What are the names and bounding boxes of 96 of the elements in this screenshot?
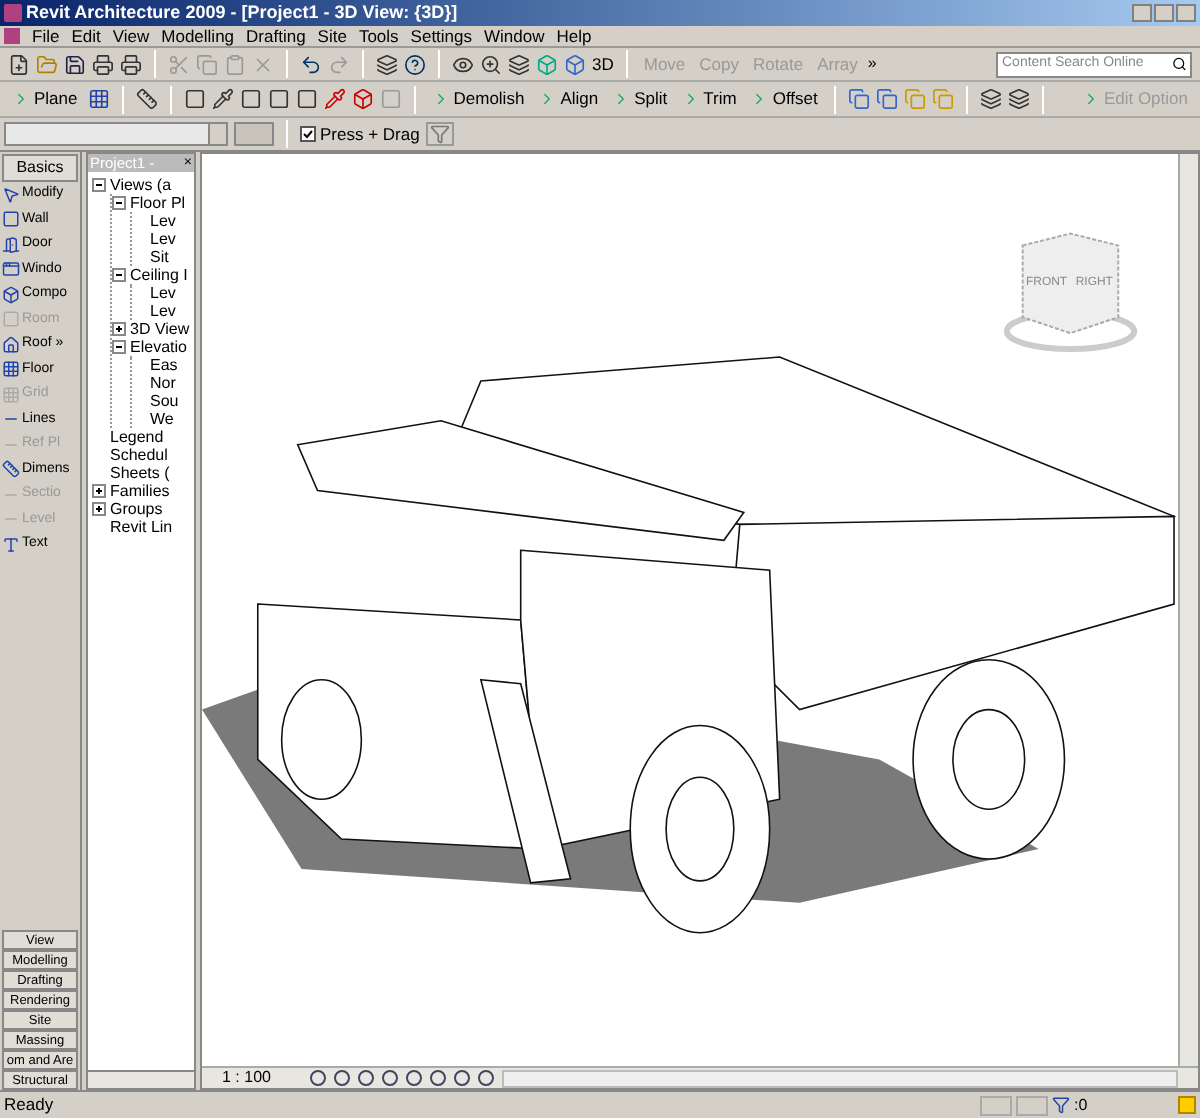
collapse-toggle[interactable] [112, 340, 126, 354]
menu-item[interactable]: File [32, 27, 60, 45]
tree-item[interactable]: Lev [150, 302, 176, 320]
filter-icon[interactable] [425, 122, 454, 146]
tree-item[interactable]: Floor Pl [130, 194, 186, 212]
grid-icon[interactable] [87, 88, 110, 110]
tree-item[interactable]: We [150, 410, 174, 428]
search-icon[interactable] [1171, 56, 1186, 72]
window-title: Revit Architecture 2009 - [Project1 - 3D View: {3D}] [26, 4, 458, 22]
collapse-toggle[interactable] [92, 178, 106, 192]
tree-item[interactable]: Sit [150, 248, 169, 266]
menu-item[interactable]: Help [556, 27, 592, 45]
help-icon[interactable] [404, 53, 426, 75]
tree-item[interactable]: Eas [150, 356, 178, 374]
maximize-icon[interactable] [1154, 4, 1174, 22]
tree-item[interactable]: Nor [150, 374, 176, 392]
menu-item[interactable]: Edit [71, 27, 101, 45]
tree-item[interactable]: Schedul [110, 446, 168, 464]
dimension-icon [2, 460, 20, 479]
room-icon [2, 310, 20, 329]
undo-icon[interactable] [300, 53, 322, 75]
window-icon [2, 260, 20, 279]
document-icon [4, 28, 20, 44]
overflow-chevron[interactable]: » [867, 52, 877, 76]
tree-item[interactable]: Revit Lin [110, 518, 173, 536]
tool-icon[interactable] [351, 88, 374, 110]
text-icon [2, 535, 20, 554]
tool-icon[interactable] [239, 88, 262, 110]
component-icon [2, 285, 20, 304]
tree-item[interactable]: Lev [150, 212, 176, 230]
tree-item[interactable]: Legend [110, 428, 164, 446]
zoom-icon[interactable] [480, 53, 502, 75]
tree-item[interactable]: Ceiling I [130, 266, 188, 284]
wall-icon [2, 210, 20, 229]
checkbox-label: Press + Drag [320, 121, 420, 147]
tool-button[interactable]: Split [608, 86, 672, 112]
collapse-toggle[interactable] [112, 196, 126, 210]
app-icon [4, 4, 22, 22]
tree-item[interactable]: Sou [150, 392, 179, 410]
tool-button[interactable]: Demolish [427, 86, 529, 112]
press-drag-checkbox[interactable] [300, 126, 316, 142]
minimize-icon[interactable] [1132, 4, 1152, 22]
3d-view-label[interactable]: 3D [592, 51, 614, 77]
menu-item[interactable]: Window [484, 27, 545, 45]
tree-item[interactable]: 3D View [130, 320, 190, 338]
expand-toggle[interactable] [112, 322, 126, 336]
horizontal-scrollbar[interactable] [502, 1069, 1178, 1087]
tree-item[interactable]: Views (a [110, 176, 172, 194]
tool-button[interactable]: Trim [677, 86, 741, 112]
status-panel [980, 1095, 1012, 1115]
tool-icon[interactable] [295, 88, 318, 110]
expand-toggle[interactable] [92, 484, 106, 498]
pipette-icon[interactable] [211, 88, 234, 110]
type-dropdown[interactable] [4, 122, 228, 146]
tree-item[interactable]: Sheets ( [110, 464, 170, 482]
menu-item[interactable]: Modelling [161, 27, 235, 45]
menu-item[interactable]: Drafting [246, 27, 306, 45]
roof-icon [2, 335, 20, 354]
tree-item[interactable]: Elevatio [130, 338, 187, 356]
floor-icon [2, 360, 20, 379]
tool-button[interactable]: Plane [8, 86, 82, 112]
grid-icon [2, 385, 20, 404]
expand-toggle[interactable] [92, 502, 106, 516]
copy-icon[interactable] [847, 88, 870, 110]
tree-item[interactable]: Families [110, 482, 170, 500]
horizontal-scrollbar[interactable] [88, 1070, 194, 1088]
filter-icon[interactable] [1052, 1096, 1070, 1114]
status-panel [1016, 1095, 1048, 1115]
print-icon[interactable] [120, 53, 142, 75]
view-scale[interactable]: 1 : 100 [222, 1066, 302, 1090]
door-icon [2, 235, 20, 254]
close-icon[interactable] [1176, 4, 1196, 22]
3d-view-icon[interactable] [564, 53, 586, 75]
menu-item[interactable]: Settings [410, 27, 473, 45]
print-icon[interactable] [92, 53, 114, 75]
vertical-scrollbar[interactable] [1178, 154, 1198, 1066]
tree-item[interactable]: Lev [150, 284, 176, 302]
view-icon[interactable] [452, 53, 474, 75]
save-icon[interactable] [64, 53, 86, 75]
tool-button[interactable]: Align [534, 86, 603, 112]
pointer-icon [2, 185, 20, 204]
tree-item[interactable]: Lev [150, 230, 176, 248]
copy-icon[interactable] [875, 88, 898, 110]
menu-item[interactable]: Tools [358, 27, 399, 45]
collapse-toggle[interactable] [112, 268, 126, 282]
tool-icon[interactable] [267, 88, 290, 110]
tool-icon[interactable] [183, 88, 206, 110]
menu-item[interactable]: View [112, 27, 150, 45]
new-file-icon[interactable] [8, 53, 30, 75]
menu-item[interactable]: Site [317, 27, 347, 45]
filter-count: :0 [1074, 1093, 1090, 1117]
tool-button[interactable]: Offset [746, 86, 822, 112]
tree-item[interactable]: Groups [110, 500, 163, 518]
tool-icon [12, 90, 30, 108]
status-message: Ready [4, 1092, 54, 1118]
design-bar-tab[interactable]: Basics [2, 154, 78, 182]
